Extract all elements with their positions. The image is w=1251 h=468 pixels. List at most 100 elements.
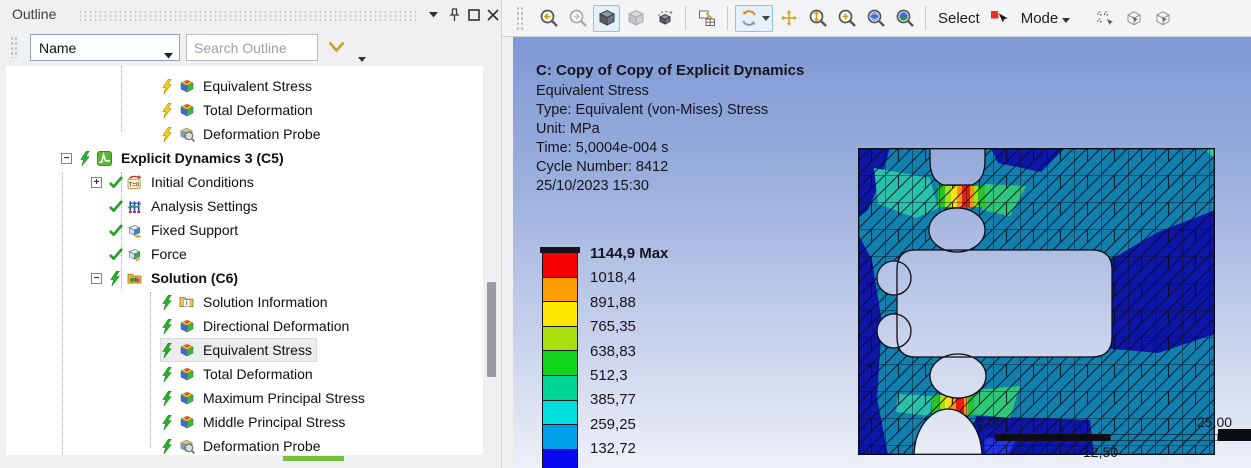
collapse-icon[interactable]: −	[61, 153, 72, 164]
outline-title: Outline	[12, 6, 56, 22]
bolt-green-icon	[161, 319, 177, 334]
tree-item-content[interactable]: T=0Initial Conditions	[109, 171, 258, 193]
result-cube-icon	[179, 390, 197, 406]
tree-item-label: Force	[151, 246, 187, 262]
tree-item-content[interactable]: Total Deformation	[161, 99, 317, 121]
titlebar-texture	[78, 10, 416, 22]
close-icon[interactable]	[484, 6, 501, 23]
outline-tree: Equivalent StressTotal DeformationDeform…	[6, 66, 483, 455]
tree-item-content[interactable]: Solution (C6)	[109, 267, 242, 289]
tree-item-content[interactable]: Maximum Principal Stress	[161, 387, 369, 409]
legend-label: 1018,4	[590, 269, 636, 289]
collapse-icon[interactable]: −	[91, 273, 102, 284]
pan-button[interactable]	[775, 5, 802, 32]
panel-menu-icon[interactable]	[425, 6, 442, 23]
tree-item-content[interactable]: Directional Deformation	[161, 315, 353, 337]
tree-item-explicit-dynamics-3-c5-[interactable]: −Explicit Dynamics 3 (C5)	[6, 146, 483, 170]
tree-item-equivalent-stress[interactable]: Equivalent Stress	[6, 338, 483, 362]
legend-band	[542, 376, 578, 401]
tree-item-content[interactable]: Middle Principal Stress	[161, 411, 349, 433]
zoom-fit-button[interactable]	[862, 5, 889, 32]
result-cube-icon	[179, 318, 197, 334]
bolt-green-icon	[161, 439, 177, 454]
tree-item-middle-principal-stress[interactable]: Middle Principal Stress	[6, 410, 483, 434]
tree-item-content[interactable]: Equivalent Stress	[161, 339, 316, 361]
tree-item-solution-c6-[interactable]: − Solution (C6)	[6, 266, 483, 290]
zoom-in-button[interactable]	[833, 5, 860, 32]
tree-item-content[interactable]: Total Deformation	[161, 363, 317, 385]
box-select-button[interactable]	[1120, 5, 1147, 32]
meshed-model[interactable]	[858, 148, 1215, 455]
pin-icon[interactable]	[446, 6, 463, 23]
bolt-green-icon	[161, 391, 177, 406]
ansys-mechanical-window: Outline Name Search Outline	[0, 0, 1251, 468]
tree-item-initial-conditions[interactable]: + T=0Initial Conditions	[6, 170, 483, 194]
toolbar-separator	[685, 6, 686, 30]
explode-view-button[interactable]	[651, 5, 678, 32]
tree-item-directional-deformation[interactable]: Directional Deformation	[6, 314, 483, 338]
legend-band	[542, 327, 578, 352]
outline-panel: Outline Name Search Outline	[0, 0, 502, 468]
bolt-green-icon	[161, 367, 177, 382]
box-volume-select-button[interactable]	[1149, 5, 1176, 32]
filter-type-value: Name	[39, 40, 76, 56]
selection-filter-button[interactable]	[1091, 5, 1118, 32]
tree-scrollbar-thumb[interactable]	[487, 282, 496, 377]
tree-item-content[interactable]: Analysis Settings	[109, 195, 262, 217]
solution-folder-icon	[127, 271, 145, 285]
zoom-button[interactable]	[804, 5, 831, 32]
graphics-toolbar: SelectMode	[502, 0, 1251, 37]
model-viewport[interactable]: C: Copy of Copy of Explicit Dynamics Equ…	[513, 37, 1251, 468]
expand-icon[interactable]: +	[91, 177, 102, 188]
tree-item-content[interactable]: Deformation Probe	[161, 123, 325, 145]
tree-item-total-deformation[interactable]: Total Deformation	[6, 362, 483, 386]
legend-cap	[540, 247, 580, 253]
zoom-previous-button[interactable]	[535, 5, 562, 32]
check-icon	[109, 176, 125, 188]
mode-dropdown[interactable]: Mode	[1021, 10, 1071, 27]
shaded-exterior-button[interactable]	[593, 5, 620, 32]
maximize-icon[interactable]	[465, 6, 482, 23]
tree-item-force[interactable]: Force	[6, 242, 483, 266]
tree-item-deformation-probe[interactable]: Deformation Probe	[6, 434, 483, 455]
tree-item-analysis-settings[interactable]: Analysis Settings	[6, 194, 483, 218]
tree-item-content[interactable]: Force	[109, 243, 191, 265]
bolt-green-icon	[109, 271, 125, 286]
tree-item-content[interactable]: iSolution Information	[161, 291, 332, 313]
probe-cube-icon	[179, 438, 197, 454]
tree-item-solution-information[interactable]: iSolution Information	[6, 290, 483, 314]
ruler-label-min: 0,00	[976, 414, 1003, 430]
expand-chevron-icon[interactable]	[328, 40, 345, 58]
tree-item-deformation-probe[interactable]: Deformation Probe	[6, 122, 483, 146]
outline-titlebar[interactable]: Outline	[0, 0, 501, 30]
tree-item-total-deformation[interactable]: Total Deformation	[6, 98, 483, 122]
bolt-green-icon	[161, 415, 177, 430]
result-unit: Unit: MPa	[536, 120, 804, 139]
viewports-button[interactable]	[693, 5, 720, 32]
more-options-icon[interactable]	[358, 49, 366, 67]
tree-item-label: Analysis Settings	[151, 198, 258, 214]
result-cube-icon	[179, 78, 197, 94]
search-input[interactable]: Search Outline	[186, 34, 318, 61]
tree-item-label: Solution (C6)	[151, 270, 238, 286]
drag-handle[interactable]	[516, 6, 524, 30]
tree-item-content[interactable]: Explicit Dynamics 3 (C5)	[79, 147, 288, 169]
tree-item-fixed-support[interactable]: Fixed Support	[6, 218, 483, 242]
tree-item-equivalent-stress[interactable]: Equivalent Stress	[6, 74, 483, 98]
select-cursor-button[interactable]	[987, 5, 1014, 32]
tree-item-maximum-principal-stress[interactable]: Maximum Principal Stress	[6, 386, 483, 410]
tree-item-label: Total Deformation	[203, 102, 313, 118]
zoom-next-button	[564, 5, 591, 32]
scale-ruler-segment	[1110, 434, 1218, 441]
result-cube-icon	[179, 366, 197, 382]
scale-ruler-segment	[995, 434, 1110, 441]
legend-band	[542, 450, 578, 468]
rotate-button[interactable]	[735, 5, 773, 32]
tree-item-content[interactable]: Fixed Support	[109, 219, 242, 241]
bolt-green-icon	[79, 151, 95, 166]
tree-item-content[interactable]: Deformation Probe	[161, 435, 325, 455]
zoom-fit-all-button[interactable]	[891, 5, 918, 32]
filter-type-dropdown[interactable]: Name	[30, 34, 180, 61]
drag-handle[interactable]	[10, 36, 18, 58]
tree-item-content[interactable]: Equivalent Stress	[161, 75, 316, 97]
